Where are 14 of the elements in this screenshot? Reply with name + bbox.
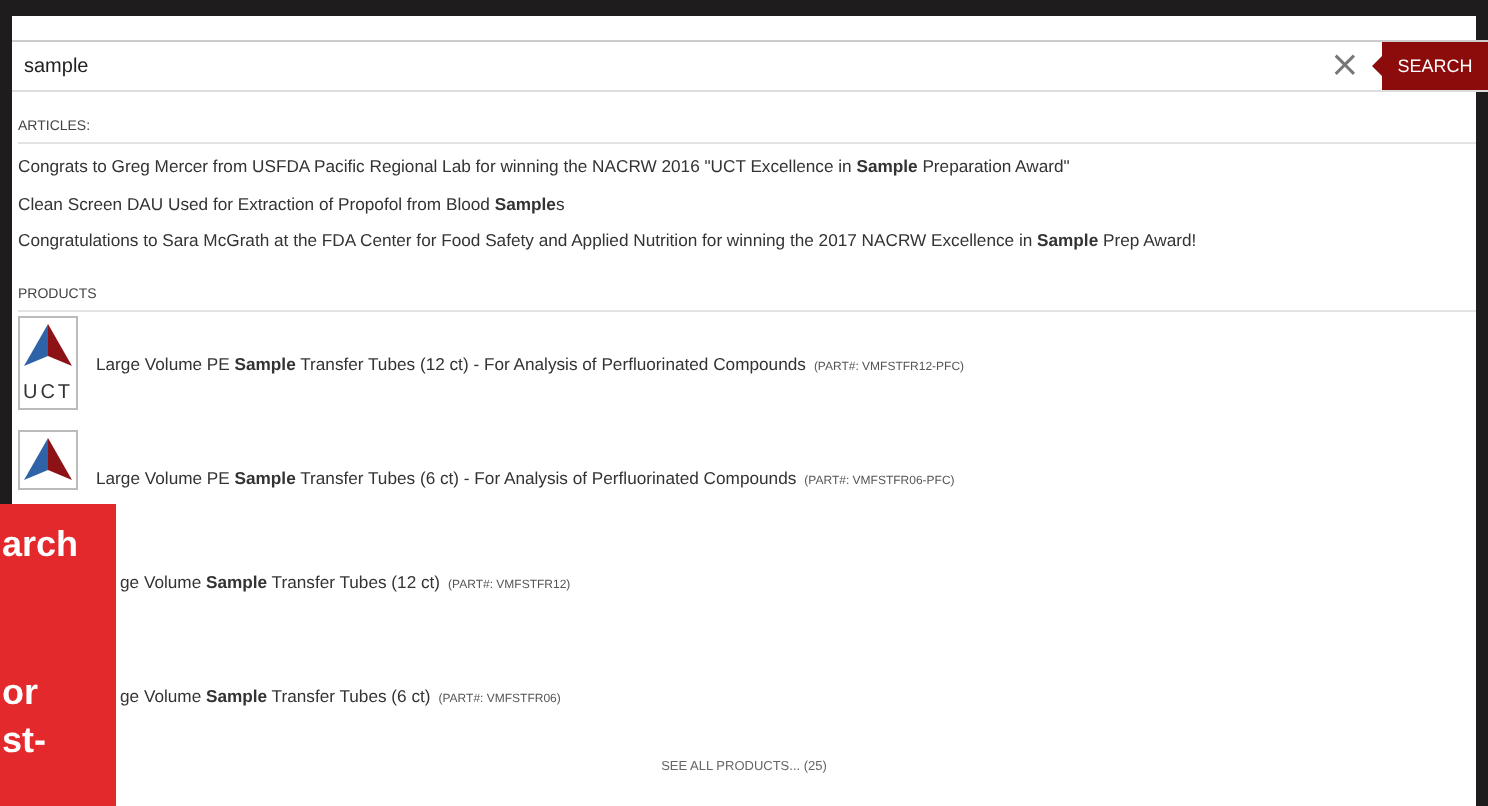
article-link[interactable]: Congratulations to Sara McGrath at the FDA Center for Food Safety and Applied Nutrition for winning the 2017 NACRW Excellence in Sample Prep Award! [18, 222, 1476, 259]
banner-text: arch [2, 522, 81, 566]
logo-icon [18, 429, 78, 489]
product-link[interactable]: ge Volume Sample Transfer Tubes (12 ct) [120, 571, 441, 591]
logo-icon: UCT [18, 315, 78, 409]
product-link[interactable]: Large Volume PE Sample Transfer Tubes (12 ct) - For Analysis of Perfluorinated Compounds [96, 353, 806, 373]
banner-text: st- [2, 718, 48, 762]
banner-text: or [2, 670, 40, 714]
product-link[interactable]: ge Volume Sample Transfer Tubes (6 ct) [120, 685, 431, 705]
product-link[interactable]: Large Volume PE Sample Transfer Tubes (6 ct) - For Analysis of Perfluorinated Compounds [96, 467, 797, 487]
search-button[interactable]: SEARCH [1372, 42, 1488, 90]
article-link[interactable]: Congrats to Greg Mercer from USFDA Pacific Regional Lab for winning the NACRW 2016 "UCT Excellence in Sample Preparation Award" [18, 148, 1476, 185]
clear-button[interactable]: × [1317, 42, 1372, 90]
article-link[interactable]: Clean Screen DAU Used for Extraction of Propofol from Blood Samples [18, 185, 1476, 222]
